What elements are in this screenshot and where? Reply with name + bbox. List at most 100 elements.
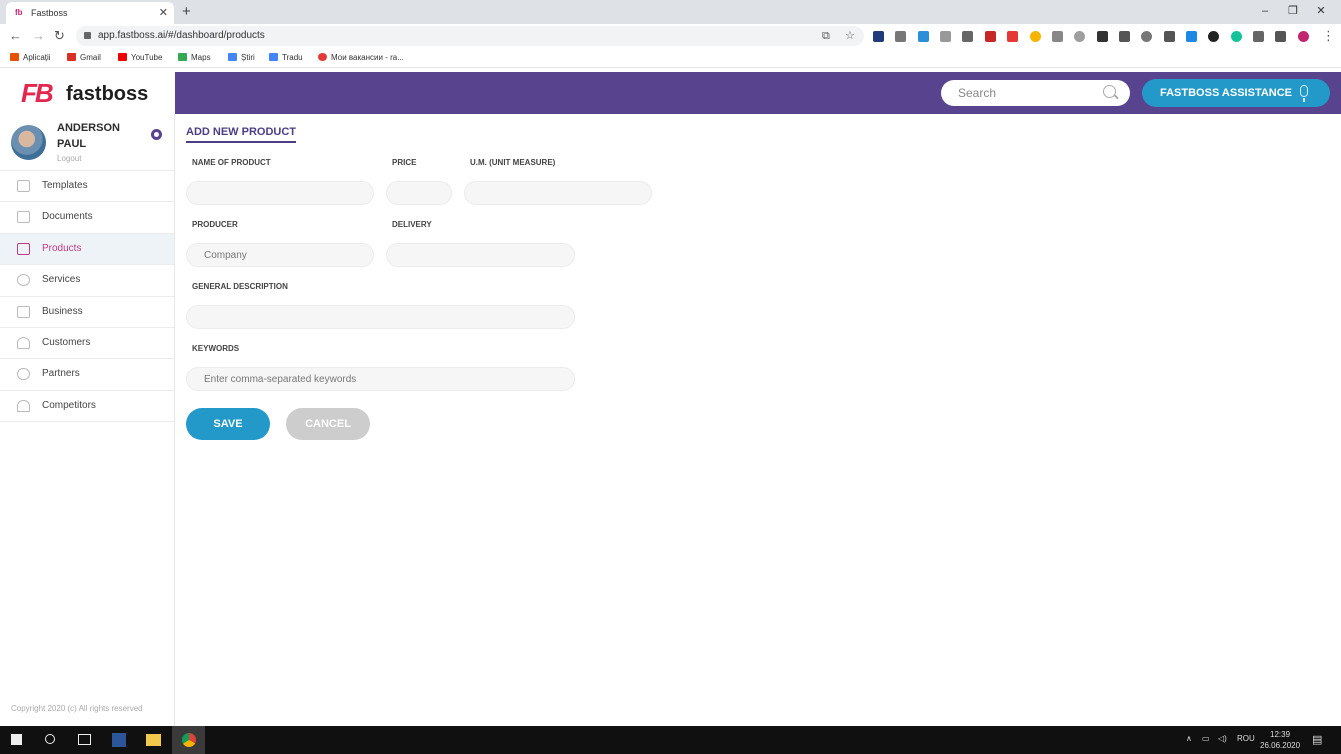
avatar[interactable] — [11, 125, 46, 160]
delivery-label: DELIVERY — [392, 220, 432, 229]
key-icon[interactable] — [1275, 31, 1286, 42]
producer-input[interactable] — [186, 243, 374, 267]
price-input[interactable] — [386, 181, 452, 205]
user-name: ANDERSON PAUL — [57, 122, 120, 150]
extension-icon[interactable] — [1141, 31, 1152, 42]
sidebar-item-competitors[interactable]: Competitors — [0, 390, 174, 421]
extension-icon[interactable] — [895, 31, 906, 42]
name-label: NAME OF PRODUCT — [192, 158, 271, 167]
windows-start-icon[interactable] — [11, 734, 22, 745]
tray-chevron-icon[interactable]: ∧ — [1186, 734, 1192, 743]
bookmark-gmail[interactable]: Gmail — [67, 53, 101, 63]
box-icon — [17, 243, 30, 255]
bookmark-stiri[interactable]: Știri — [228, 53, 255, 63]
network-icon[interactable]: ▭ — [1202, 734, 1210, 743]
language-indicator[interactable]: ROU — [1237, 734, 1255, 743]
extension-icon[interactable] — [873, 31, 884, 42]
browser-toolbar: ← → ↻ app.fastboss.ai/#/dashboard/produc… — [0, 24, 1341, 48]
product-name-input[interactable] — [186, 181, 374, 205]
sidebar-item-partners[interactable]: Partners — [0, 358, 174, 389]
extension-icon[interactable] — [1030, 31, 1041, 42]
keywords-input[interactable] — [186, 367, 575, 391]
search-icon[interactable] — [45, 734, 55, 744]
translate-icon[interactable]: ⧉ — [822, 26, 830, 46]
browser-tab-bar: fb Fastboss ✕ + – ❐ ✕ — [0, 0, 1341, 24]
logout-link[interactable]: Logout — [57, 154, 81, 163]
close-tab-icon[interactable]: ✕ — [159, 2, 168, 24]
gear-icon[interactable] — [151, 129, 162, 140]
chrome-icon[interactable] — [182, 733, 196, 747]
fastboss-logo-text: fastboss — [66, 83, 149, 105]
save-button[interactable]: SAVE — [186, 408, 270, 440]
services-icon — [17, 274, 30, 286]
extension-icon[interactable] — [1208, 31, 1219, 42]
gmail-icon — [67, 53, 76, 61]
extension-icon[interactable] — [1052, 31, 1063, 42]
address-bar[interactable]: app.fastboss.ai/#/dashboard/products ⧉ ☆ — [76, 26, 864, 46]
sidebar-item-customers[interactable]: Customers — [0, 327, 174, 358]
forward-icon[interactable]: → — [32, 27, 45, 45]
microphone-icon[interactable] — [1300, 85, 1308, 102]
extension-icon[interactable] — [1074, 31, 1085, 42]
bookmark-tradu[interactable]: Tradu — [269, 53, 303, 63]
puzzle-icon[interactable] — [1253, 31, 1264, 42]
handshake-icon — [17, 368, 30, 380]
task-view-icon[interactable] — [78, 734, 91, 745]
description-label: GENERAL DESCRIPTION — [192, 282, 288, 291]
menu-dots-icon[interactable]: ⋮ — [1322, 27, 1335, 45]
sidebar-item-documents[interactable]: Documents — [0, 201, 174, 232]
bookmarks-bar: Aplicații Gmail YouTube Maps Știri Tradu… — [0, 48, 1341, 68]
sidebar-item-services[interactable]: Services — [0, 264, 174, 295]
volume-icon[interactable]: ◁) — [1218, 734, 1227, 743]
maps-icon — [178, 53, 187, 61]
fastboss-logo-mark: FB — [21, 78, 54, 108]
extension-icon[interactable] — [1119, 31, 1130, 42]
close-window-icon[interactable]: ✕ — [1306, 0, 1336, 24]
bookmark-youtube[interactable]: YouTube — [118, 53, 162, 63]
extension-icon[interactable] — [918, 31, 929, 42]
copyright-text: Copyright 2020 (c) All rights reserved — [11, 704, 143, 713]
tab-title: Fastboss — [31, 8, 68, 18]
word-icon[interactable] — [112, 733, 126, 747]
extension-icon[interactable] — [985, 31, 996, 42]
sidebar-item-products[interactable]: Products — [0, 233, 174, 264]
table-icon — [17, 180, 30, 192]
keywords-label: KEYWORDS — [192, 344, 240, 353]
unit-measure-input[interactable] — [464, 181, 652, 205]
profile-icon[interactable] — [1298, 31, 1309, 42]
sidebar-item-business[interactable]: Business — [0, 296, 174, 327]
extension-icon[interactable] — [1007, 31, 1018, 42]
back-icon[interactable]: ← — [9, 27, 22, 45]
grammarly-icon[interactable] — [1231, 31, 1242, 42]
star-icon[interactable]: ☆ — [845, 26, 855, 46]
youtube-icon — [118, 53, 127, 61]
cancel-button[interactable]: CANCEL — [286, 408, 370, 440]
new-tab-icon[interactable]: + — [182, 2, 191, 22]
bookmark-vacancies[interactable]: Мои вакансии - ra... — [318, 53, 404, 63]
fastboss-favicon: fb — [15, 8, 23, 17]
url-text: app.fastboss.ai/#/dashboard/products — [98, 30, 265, 41]
browser-tab[interactable]: fb Fastboss ✕ — [6, 2, 174, 24]
search-icon[interactable] — [1103, 85, 1116, 98]
extension-icon[interactable] — [1097, 31, 1108, 42]
bookmark-maps[interactable]: Maps — [178, 53, 211, 63]
extension-icon[interactable] — [962, 31, 973, 42]
extension-icon[interactable] — [1164, 31, 1175, 42]
logo[interactable]: FB fastboss — [0, 72, 175, 114]
notifications-icon[interactable]: ▤ — [1312, 733, 1322, 746]
sidebar-divider — [0, 421, 174, 422]
taskbar-clock[interactable]: 12:39 26.06.2020 — [1260, 729, 1300, 751]
file-explorer-icon[interactable] — [146, 734, 161, 746]
producer-label: PRODUCER — [192, 220, 238, 229]
extension-icon[interactable] — [940, 31, 951, 42]
extension-icon[interactable] — [1186, 31, 1197, 42]
reload-icon[interactable]: ↻ — [54, 27, 65, 45]
sidebar-item-templates[interactable]: Templates — [0, 170, 174, 201]
description-input[interactable] — [186, 305, 575, 329]
restore-icon[interactable]: ❐ — [1278, 0, 1308, 24]
minimize-icon[interactable]: – — [1250, 0, 1280, 24]
search-input[interactable] — [941, 80, 1130, 106]
apps-grid-icon — [10, 53, 19, 61]
bookmark-apps[interactable]: Aplicații — [10, 53, 51, 63]
delivery-input[interactable] — [386, 243, 575, 267]
